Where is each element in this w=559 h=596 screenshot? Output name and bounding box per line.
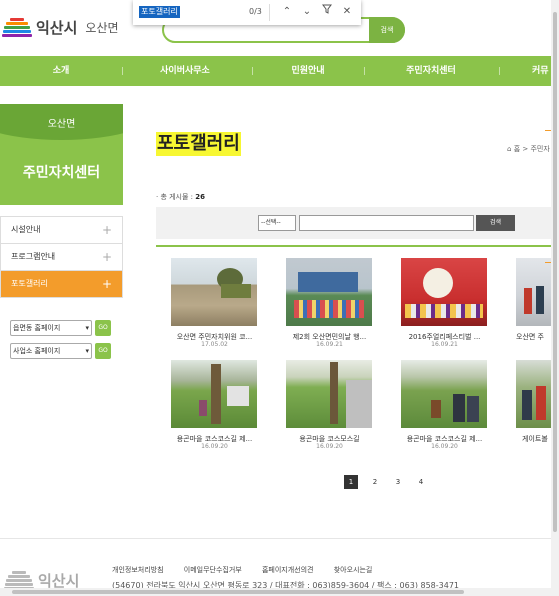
find-match-count: 0/3 bbox=[249, 7, 262, 16]
nav-item-intro[interactable]: 소개 bbox=[40, 56, 82, 86]
sidebar-item-label: 시설안내 bbox=[11, 225, 41, 234]
find-query-input[interactable]: 포토갤러리 bbox=[139, 6, 180, 18]
gallery-thumbnail[interactable] bbox=[401, 360, 487, 428]
gallery-search-bar: --선택-- 검색 bbox=[156, 207, 551, 239]
gallery-thumbnail[interactable] bbox=[286, 360, 372, 428]
find-next-icon[interactable]: ⌄ bbox=[299, 4, 315, 20]
breadcrumb: ⌂ 홈 > 주민자 bbox=[507, 144, 550, 154]
gallery-thumbnail[interactable] bbox=[171, 360, 257, 428]
gallery-search-input[interactable] bbox=[299, 215, 474, 231]
find-close-icon[interactable]: ✕ bbox=[339, 4, 355, 20]
page-link-1[interactable]: 1 bbox=[344, 475, 358, 489]
sidebar-menu: 시설안내 + 프로그램안내 + 포토갤러리 + bbox=[0, 216, 123, 298]
breadcrumb-text[interactable]: 홈 > 주민자 bbox=[514, 145, 550, 153]
gallery-caption[interactable]: 오산면 주 bbox=[516, 332, 551, 342]
sidebar-item-programs[interactable]: 프로그램안내 + bbox=[0, 244, 123, 271]
gallery-thumbnail[interactable] bbox=[516, 258, 551, 326]
plus-icon: + bbox=[101, 223, 112, 237]
plus-icon: + bbox=[101, 250, 112, 264]
find-separator bbox=[269, 4, 270, 21]
logo-city-name: 익산시 bbox=[36, 18, 78, 37]
footer-link-feedback[interactable]: 홈페이지개선의견 bbox=[262, 566, 314, 574]
gallery-date: 16.09.20 bbox=[316, 443, 343, 450]
sidebar-item-photo-gallery[interactable]: 포토갤러리 + bbox=[0, 271, 123, 298]
post-count-label: · 총 게시물 : bbox=[156, 193, 194, 201]
horizontal-scrollbar[interactable] bbox=[0, 588, 551, 596]
sidebar-item-facilities[interactable]: 시설안내 + bbox=[0, 217, 123, 244]
sidebar-subtitle: 오산면 bbox=[47, 119, 76, 130]
office-homepage-select-value: 사업소 홈페이지 bbox=[13, 347, 61, 355]
town-homepage-select[interactable]: 읍면동 홈페이지 ▾ bbox=[10, 320, 92, 336]
office-homepage-select[interactable]: 사업소 홈페이지 ▾ bbox=[10, 343, 92, 359]
footer-link-email-refusal[interactable]: 이메일무단수집거부 bbox=[184, 566, 242, 574]
sidebar-item-label: 프로그램안내 bbox=[11, 252, 56, 261]
sidebar-item-label: 포토갤러리 bbox=[11, 279, 48, 288]
nav-divider bbox=[364, 67, 365, 75]
find-in-page-bar: 포토갤러리 0/3 ⌃ ⌄ ✕ bbox=[133, 0, 361, 25]
search-field-select[interactable]: --선택-- bbox=[258, 215, 296, 231]
plus-icon: + bbox=[101, 277, 112, 291]
site-header: 익산시 오산면 검색 포토갤러리 0/3 ⌃ ⌄ ✕ bbox=[0, 0, 559, 56]
post-count-value: 26 bbox=[195, 193, 206, 201]
footer-links: 개인정보처리방침 이메일무단수집거부 홈페이지개선의견 찾아오시는길 bbox=[112, 565, 390, 575]
horizontal-scroll-thumb[interactable] bbox=[12, 590, 464, 594]
find-filter-icon[interactable] bbox=[319, 4, 335, 20]
post-count: · 총 게시물 : 26 bbox=[156, 192, 205, 202]
main-navigation: 소개 사이버사무소 민원안내 주민자치센터 커뮤 bbox=[0, 56, 551, 86]
header-search-button[interactable]: 검색 bbox=[369, 17, 405, 43]
footer-link-directions[interactable]: 찾아오시는길 bbox=[334, 566, 373, 574]
gallery-thumbnail[interactable] bbox=[286, 258, 372, 326]
footer-link-privacy[interactable]: 개인정보처리방침 bbox=[112, 566, 164, 574]
gallery-date: 16.09.21 bbox=[431, 341, 458, 348]
nav-item-cyber-office[interactable]: 사이버사무소 bbox=[148, 56, 222, 86]
gallery-search-button[interactable]: 검색 bbox=[476, 215, 515, 231]
nav-item-civil-service[interactable]: 민원안내 bbox=[282, 56, 334, 86]
logo-mark-icon bbox=[2, 16, 32, 38]
search-field-select-value: --선택-- bbox=[261, 219, 281, 226]
page-link-2[interactable]: 2 bbox=[368, 475, 382, 489]
nav-divider bbox=[252, 67, 253, 75]
page-title: 포토갤러리 bbox=[156, 132, 241, 156]
page-link-3[interactable]: 3 bbox=[391, 475, 405, 489]
town-homepage-select-value: 읍면동 홈페이지 bbox=[13, 324, 61, 332]
page-link-4[interactable]: 4 bbox=[414, 475, 428, 489]
vertical-scroll-thumb[interactable] bbox=[553, 12, 557, 532]
vertical-scrollbar[interactable] bbox=[551, 0, 559, 596]
gallery-thumbnail[interactable] bbox=[401, 258, 487, 326]
nav-divider bbox=[122, 67, 123, 75]
sidebar-title: 주민자치센터 bbox=[22, 165, 101, 181]
gallery-date: 16.09.21 bbox=[316, 341, 343, 348]
gallery-date: 16.09.20 bbox=[201, 443, 228, 450]
nav-divider bbox=[499, 67, 500, 75]
gallery-date: 16.09.20 bbox=[431, 443, 458, 450]
chevron-down-icon: ▾ bbox=[85, 347, 89, 355]
gallery-date: 17.05.02 bbox=[201, 341, 228, 348]
site-logo[interactable]: 익산시 오산면 bbox=[2, 16, 119, 38]
sidebar-header: 오산면 주민자치센터 bbox=[0, 104, 123, 205]
nav-item-community-center[interactable]: 주민자치센터 bbox=[394, 56, 468, 86]
gallery-thumbnail[interactable] bbox=[171, 258, 257, 326]
divider bbox=[156, 245, 551, 247]
find-previous-icon[interactable]: ⌃ bbox=[279, 4, 295, 20]
town-homepage-go-button[interactable]: GO bbox=[95, 320, 111, 336]
gallery-caption[interactable]: 게이트볼 bbox=[522, 434, 552, 444]
logo-town-name: 오산면 bbox=[85, 20, 119, 35]
office-homepage-go-button[interactable]: GO bbox=[95, 343, 111, 359]
gallery-thumbnail[interactable] bbox=[516, 360, 551, 428]
chevron-down-icon: ▾ bbox=[85, 324, 89, 332]
home-icon[interactable]: ⌂ bbox=[507, 145, 511, 153]
